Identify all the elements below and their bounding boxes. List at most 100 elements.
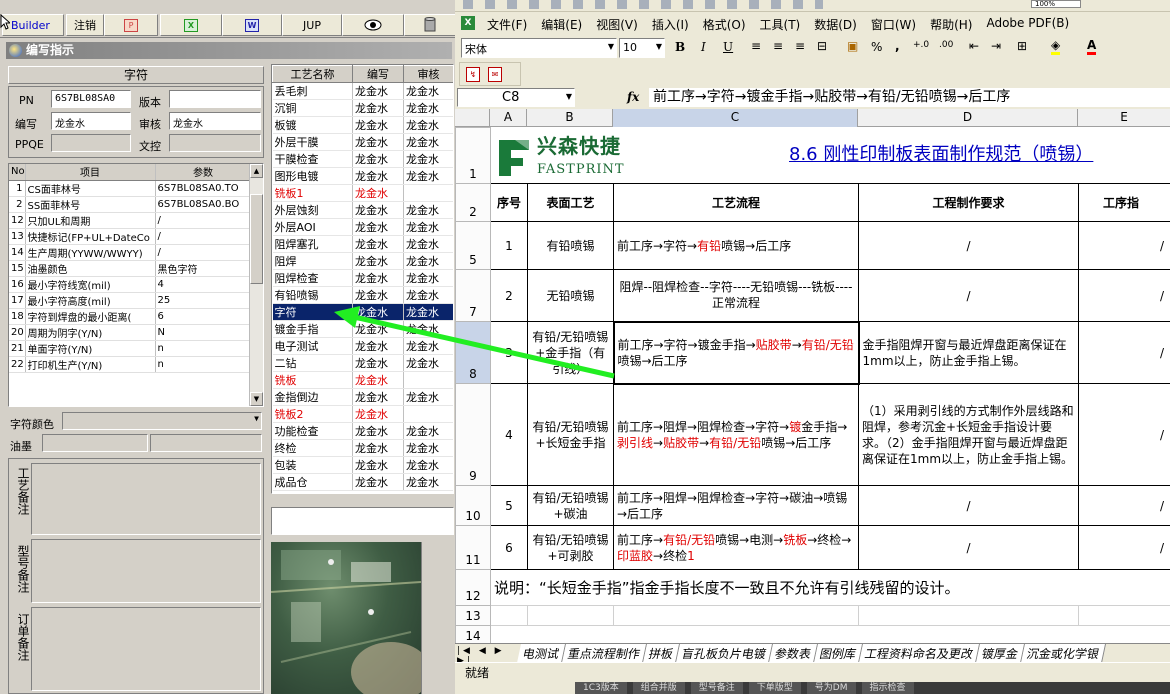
data-cell[interactable]: 2: [490, 269, 528, 322]
param-row[interactable]: 2 SS面菲林号 6S7BL08SA0.BO: [9, 196, 252, 213]
model-note-field[interactable]: [31, 539, 261, 603]
data-cell[interactable]: /: [1077, 485, 1170, 526]
process-header-cell[interactable]: 工艺名称: [272, 65, 353, 83]
sheet-tab[interactable]: 拼板: [643, 644, 681, 663]
header-cell[interactable]: 表面工艺: [527, 183, 614, 222]
data-cell[interactable]: 无铅喷锡: [527, 269, 614, 322]
increase-indent-icon[interactable]: ⇥: [991, 39, 1001, 53]
data-cell[interactable]: /: [858, 485, 1079, 526]
param-header-cell[interactable]: 参数: [155, 164, 252, 181]
sheet-grid[interactable]: A B C D E 1 兴森快捷 FASTPRINT 8.6 刚性印制板表面制作: [455, 109, 1170, 645]
zoom-box[interactable]: 100%: [1031, 0, 1081, 8]
col-header-d[interactable]: D: [858, 109, 1078, 127]
empty-cell[interactable]: [490, 605, 528, 626]
param-row[interactable]: 17 最小字符高度(mil) 25: [9, 292, 252, 309]
database-button[interactable]: [404, 14, 456, 36]
process-row[interactable]: 电子测试 龙金水 龙金水: [272, 337, 453, 355]
process-search-input[interactable]: [271, 507, 454, 535]
ppqe-field[interactable]: [51, 134, 131, 152]
data-cell[interactable]: 前工序→字符→有铅喷锡→后工序: [613, 221, 859, 270]
menu-item[interactable]: 格式(O): [703, 16, 746, 33]
underline-button[interactable]: U: [723, 40, 733, 54]
data-cell[interactable]: /: [858, 269, 1079, 322]
row-header[interactable]: 11: [455, 525, 491, 570]
process-row[interactable]: 图形电镀 龙金水 龙金水: [272, 167, 453, 185]
data-cell[interactable]: 前工序→有铅/无铅喷锡→电测→铣板→终检→印蓝胶→终检1: [613, 525, 859, 570]
increase-decimal-icon[interactable]: +.0: [913, 40, 929, 50]
builder-button[interactable]: Builder: [2, 14, 64, 36]
author-field[interactable]: 龙金水: [51, 112, 131, 130]
order-note-field[interactable]: [31, 607, 261, 691]
sheet-tab[interactable]: 图例库: [814, 644, 864, 663]
data-cell[interactable]: 有铅/无铅喷锡+金手指（有引线）: [527, 321, 614, 384]
select-all-corner[interactable]: [455, 109, 490, 127]
ink-field-2[interactable]: [150, 434, 262, 452]
process-list[interactable]: 工艺名称 编写 审核 丢毛刺 龙金水 龙金水 沉铜 龙金水 龙金水 板镀 龙金水 龙金水 外层干膜 龙金…: [271, 64, 454, 494]
data-cell[interactable]: 5: [490, 485, 528, 526]
process-row[interactable]: 字符 龙金水 龙金水: [272, 303, 453, 321]
jump-button[interactable]: JUP: [282, 14, 342, 36]
taskbar-item[interactable]: 1C3版本: [575, 682, 627, 694]
sheet-tab[interactable]: 参数表: [769, 644, 819, 663]
row-header[interactable]: 5: [455, 221, 491, 270]
process-row[interactable]: 外层蚀刻 龙金水 龙金水: [272, 201, 453, 219]
align-center-icon[interactable]: ≡: [773, 39, 783, 53]
process-row[interactable]: 阻焊检查 龙金水 龙金水: [272, 269, 453, 287]
process-row[interactable]: 沉铜 龙金水 龙金水: [272, 99, 453, 117]
process-row[interactable]: 二钻 龙金水 龙金水: [272, 354, 453, 372]
empty-cell[interactable]: [1077, 605, 1170, 626]
scroll-down-arrow[interactable]: ▼: [250, 392, 263, 406]
data-cell[interactable]: /: [1077, 525, 1170, 570]
param-row[interactable]: 12 只加UL和周期 /: [9, 212, 252, 229]
percent-icon[interactable]: %: [871, 40, 882, 54]
scroll-thumb[interactable]: [250, 194, 263, 284]
row-header[interactable]: 10: [455, 485, 491, 526]
excel-export-button[interactable]: X: [160, 14, 222, 36]
menu-item[interactable]: 视图(V): [596, 16, 638, 33]
col-header-a[interactable]: A: [490, 109, 527, 127]
col-header-b[interactable]: B: [527, 109, 613, 127]
param-row[interactable]: 14 生产周期(YYWW/WWYY) /: [9, 244, 252, 261]
process-row[interactable]: 阻焊塞孔 龙金水 龙金水: [272, 235, 453, 253]
empty-cell[interactable]: [527, 605, 614, 626]
process-row[interactable]: 外层AOI 龙金水 龙金水: [272, 218, 453, 236]
process-row[interactable]: 铣板2 龙金水: [272, 405, 453, 423]
name-box[interactable]: C8 ▼: [457, 88, 575, 107]
italic-button[interactable]: I: [701, 40, 706, 54]
data-cell[interactable]: /: [1077, 321, 1170, 384]
param-row[interactable]: 20 周期为阴字(Y/N) N: [9, 324, 252, 341]
sheet-tab[interactable]: 镀厚金: [976, 644, 1026, 663]
process-row[interactable]: 干膜检查 龙金水 龙金水: [272, 150, 453, 168]
param-list-scrollbar[interactable]: ▲ ▼: [249, 164, 263, 406]
process-row[interactable]: 包装 龙金水 龙金水: [272, 456, 453, 474]
bold-button[interactable]: B: [675, 40, 685, 54]
scroll-up-arrow[interactable]: ▲: [250, 164, 263, 178]
process-row[interactable]: 铣板1 龙金水: [272, 184, 453, 202]
data-cell[interactable]: 金手指阻焊开窗与最近焊盘距离保证在1mm以上，防止金手指上锡。: [858, 321, 1079, 384]
param-row[interactable]: 1 CS面菲林号 6S7BL08SA0.TO: [9, 180, 252, 197]
pdf-email-icon[interactable]: ✉: [488, 67, 502, 82]
data-cell[interactable]: 6: [490, 525, 528, 570]
data-cell[interactable]: 4: [490, 383, 528, 486]
pdf-convert-icon[interactable]: ↯: [466, 67, 480, 82]
process-row[interactable]: 阻焊 龙金水 龙金水: [272, 252, 453, 270]
process-row[interactable]: 功能检查 龙金水 龙金水: [272, 422, 453, 440]
taskbar-item[interactable]: 指示检查: [861, 682, 914, 694]
powerpoint-export-button[interactable]: P: [104, 14, 158, 36]
align-left-icon[interactable]: ≡: [751, 39, 761, 53]
decrease-indent-icon[interactable]: ⇤: [969, 39, 979, 53]
taskbar-item[interactable]: 型号备注: [690, 682, 743, 694]
decrease-decimal-icon[interactable]: .00: [939, 40, 953, 50]
process-row[interactable]: 丢毛刺 龙金水 龙金水: [272, 82, 453, 100]
row-header[interactable]: 1: [455, 127, 491, 184]
data-cell[interactable]: 阻焊--阻焊检查--字符----无铅喷锡---铣板----正常流程: [613, 269, 859, 322]
taskbar-item[interactable]: 下单版型: [748, 682, 801, 694]
data-cell[interactable]: /: [858, 525, 1079, 570]
process-row[interactable]: 铣板 龙金水: [272, 371, 453, 389]
word-export-button[interactable]: W: [222, 14, 282, 36]
formula-input[interactable]: 前工序→字符→镀金手指→贴胶带→有铅/无铅喷锡→后工序: [649, 88, 1170, 107]
param-row[interactable]: 18 字符到焊盘的最小距离(6: [9, 308, 252, 325]
header-cell[interactable]: 序号: [490, 183, 528, 222]
header-cell[interactable]: 工艺流程: [613, 183, 859, 222]
borders-icon[interactable]: ⊞: [1017, 39, 1027, 53]
